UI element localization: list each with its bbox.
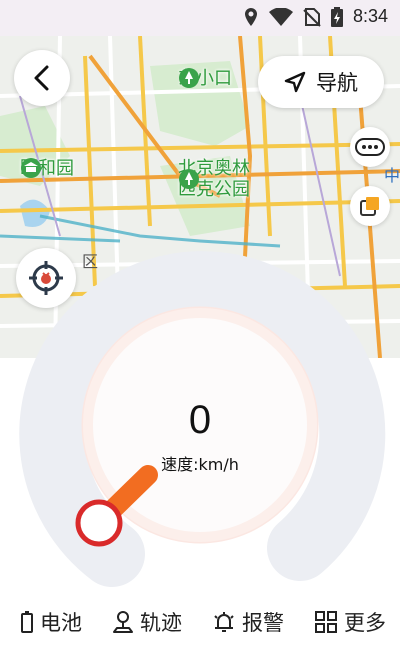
status-icons: 8:34 bbox=[243, 6, 388, 27]
bottom-nav: 电池 轨迹 报警 更多 bbox=[0, 602, 400, 642]
layers-icon bbox=[360, 197, 379, 216]
park-pin-icon bbox=[179, 68, 199, 88]
navigate-label: 导航 bbox=[316, 71, 358, 95]
map-partial-label: 中 bbox=[384, 166, 400, 185]
nav-track[interactable]: 轨迹 bbox=[112, 607, 182, 637]
park-pin-icon bbox=[179, 169, 199, 189]
track-pin-icon bbox=[113, 611, 133, 633]
alarm-bell-icon bbox=[214, 612, 234, 632]
battery-charging-icon bbox=[330, 6, 343, 27]
navigate-button[interactable]: 导航 bbox=[258, 56, 384, 108]
wifi-icon bbox=[268, 7, 293, 26]
status-bar: 8:34 bbox=[0, 0, 400, 36]
nav-more-label: 更多 bbox=[344, 611, 386, 635]
status-time: 8:34 bbox=[352, 6, 388, 26]
nav-battery[interactable]: 电池 bbox=[20, 607, 82, 637]
grid-more-icon bbox=[315, 611, 337, 633]
poi-olympic-park[interactable]: 北京奥林 匹克公园 bbox=[178, 158, 250, 200]
nav-track-label: 轨迹 bbox=[140, 611, 182, 635]
poi-yiheyuan[interactable]: 颐和园 bbox=[20, 158, 74, 179]
palace-pin-icon bbox=[21, 158, 41, 178]
poi-dongxiaokou[interactable]: 东小口 bbox=[178, 68, 232, 89]
speed-label: 速度:km/h bbox=[161, 455, 239, 474]
back-button[interactable] bbox=[14, 50, 70, 106]
ellipsis-pill-icon bbox=[355, 138, 385, 156]
gauge-knob[interactable] bbox=[75, 499, 123, 547]
navigation-arrow-icon bbox=[284, 71, 306, 93]
location-icon bbox=[244, 7, 257, 26]
chevron-left-icon bbox=[34, 65, 49, 91]
map-more-button[interactable] bbox=[350, 127, 390, 167]
nav-more[interactable]: 更多 bbox=[314, 607, 386, 637]
nav-alarm[interactable]: 报警 bbox=[212, 607, 284, 637]
battery-icon bbox=[21, 611, 33, 633]
layers-button[interactable] bbox=[350, 186, 390, 226]
no-sim-icon bbox=[303, 7, 321, 27]
speed-value: 0 bbox=[188, 398, 212, 442]
nav-alarm-label: 报警 bbox=[242, 611, 284, 635]
nav-battery-label: 电池 bbox=[40, 611, 82, 635]
